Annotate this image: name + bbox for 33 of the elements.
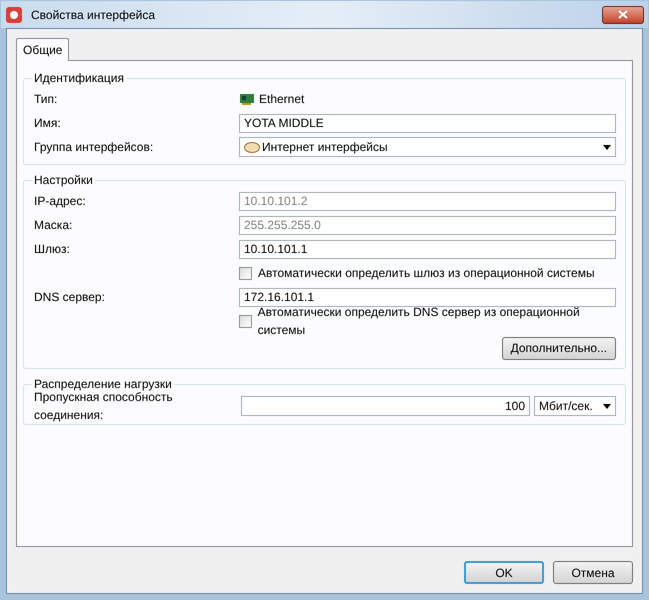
text-field[interactable]: 172.16.101.1 xyxy=(239,288,616,306)
checkbox-label: Автоматически определить шлюз из операционной системы xyxy=(258,265,595,282)
unit-dropdown[interactable]: Мбит/сек. xyxy=(534,396,616,416)
dialog-button[interactable]: Отмена xyxy=(553,561,633,584)
checkbox[interactable] xyxy=(239,266,252,280)
field-label: Маска: xyxy=(34,217,74,234)
field-label: Пропускная способность соединения: xyxy=(34,390,174,424)
field-label: DNS сервер: xyxy=(34,289,106,306)
tab[interactable]: Общие xyxy=(16,38,70,61)
dropdown-arrow-icon xyxy=(603,144,611,150)
field-label: Группа интерфейсов: xyxy=(34,139,154,156)
dropdown-arrow-icon xyxy=(603,404,611,408)
close-button[interactable] xyxy=(602,6,644,24)
app-icon xyxy=(5,6,23,24)
group-title: Настройки xyxy=(33,172,94,189)
window-title: Свойства интерфейса xyxy=(31,6,155,24)
field-label: Имя: xyxy=(34,115,62,132)
field-label: Тип: xyxy=(34,91,58,108)
group-dropdown[interactable]: Интернет интерфейсы xyxy=(239,137,616,157)
group-title: Распределение нагрузки xyxy=(33,376,173,392)
field-label: Шлюз: xyxy=(34,241,71,258)
group-title: Идентификация xyxy=(33,70,125,87)
dialog-button[interactable]: OK xyxy=(464,561,544,584)
field-label: IP-адрес: xyxy=(34,193,87,210)
checkbox-label: Автоматически определить DNS сервер из операционной системы xyxy=(258,304,581,339)
close-icon xyxy=(618,10,628,19)
bandwidth-field[interactable]: 100 xyxy=(241,396,530,416)
text-field[interactable]: 10.10.101.1 xyxy=(239,240,616,258)
type-value: Ethernet xyxy=(259,91,304,108)
network-card-icon xyxy=(239,93,255,105)
checkbox[interactable] xyxy=(239,314,252,328)
text-field[interactable]: YOTA MIDDLE xyxy=(239,114,616,132)
advanced-button[interactable]: Дополнительно... xyxy=(502,336,616,360)
